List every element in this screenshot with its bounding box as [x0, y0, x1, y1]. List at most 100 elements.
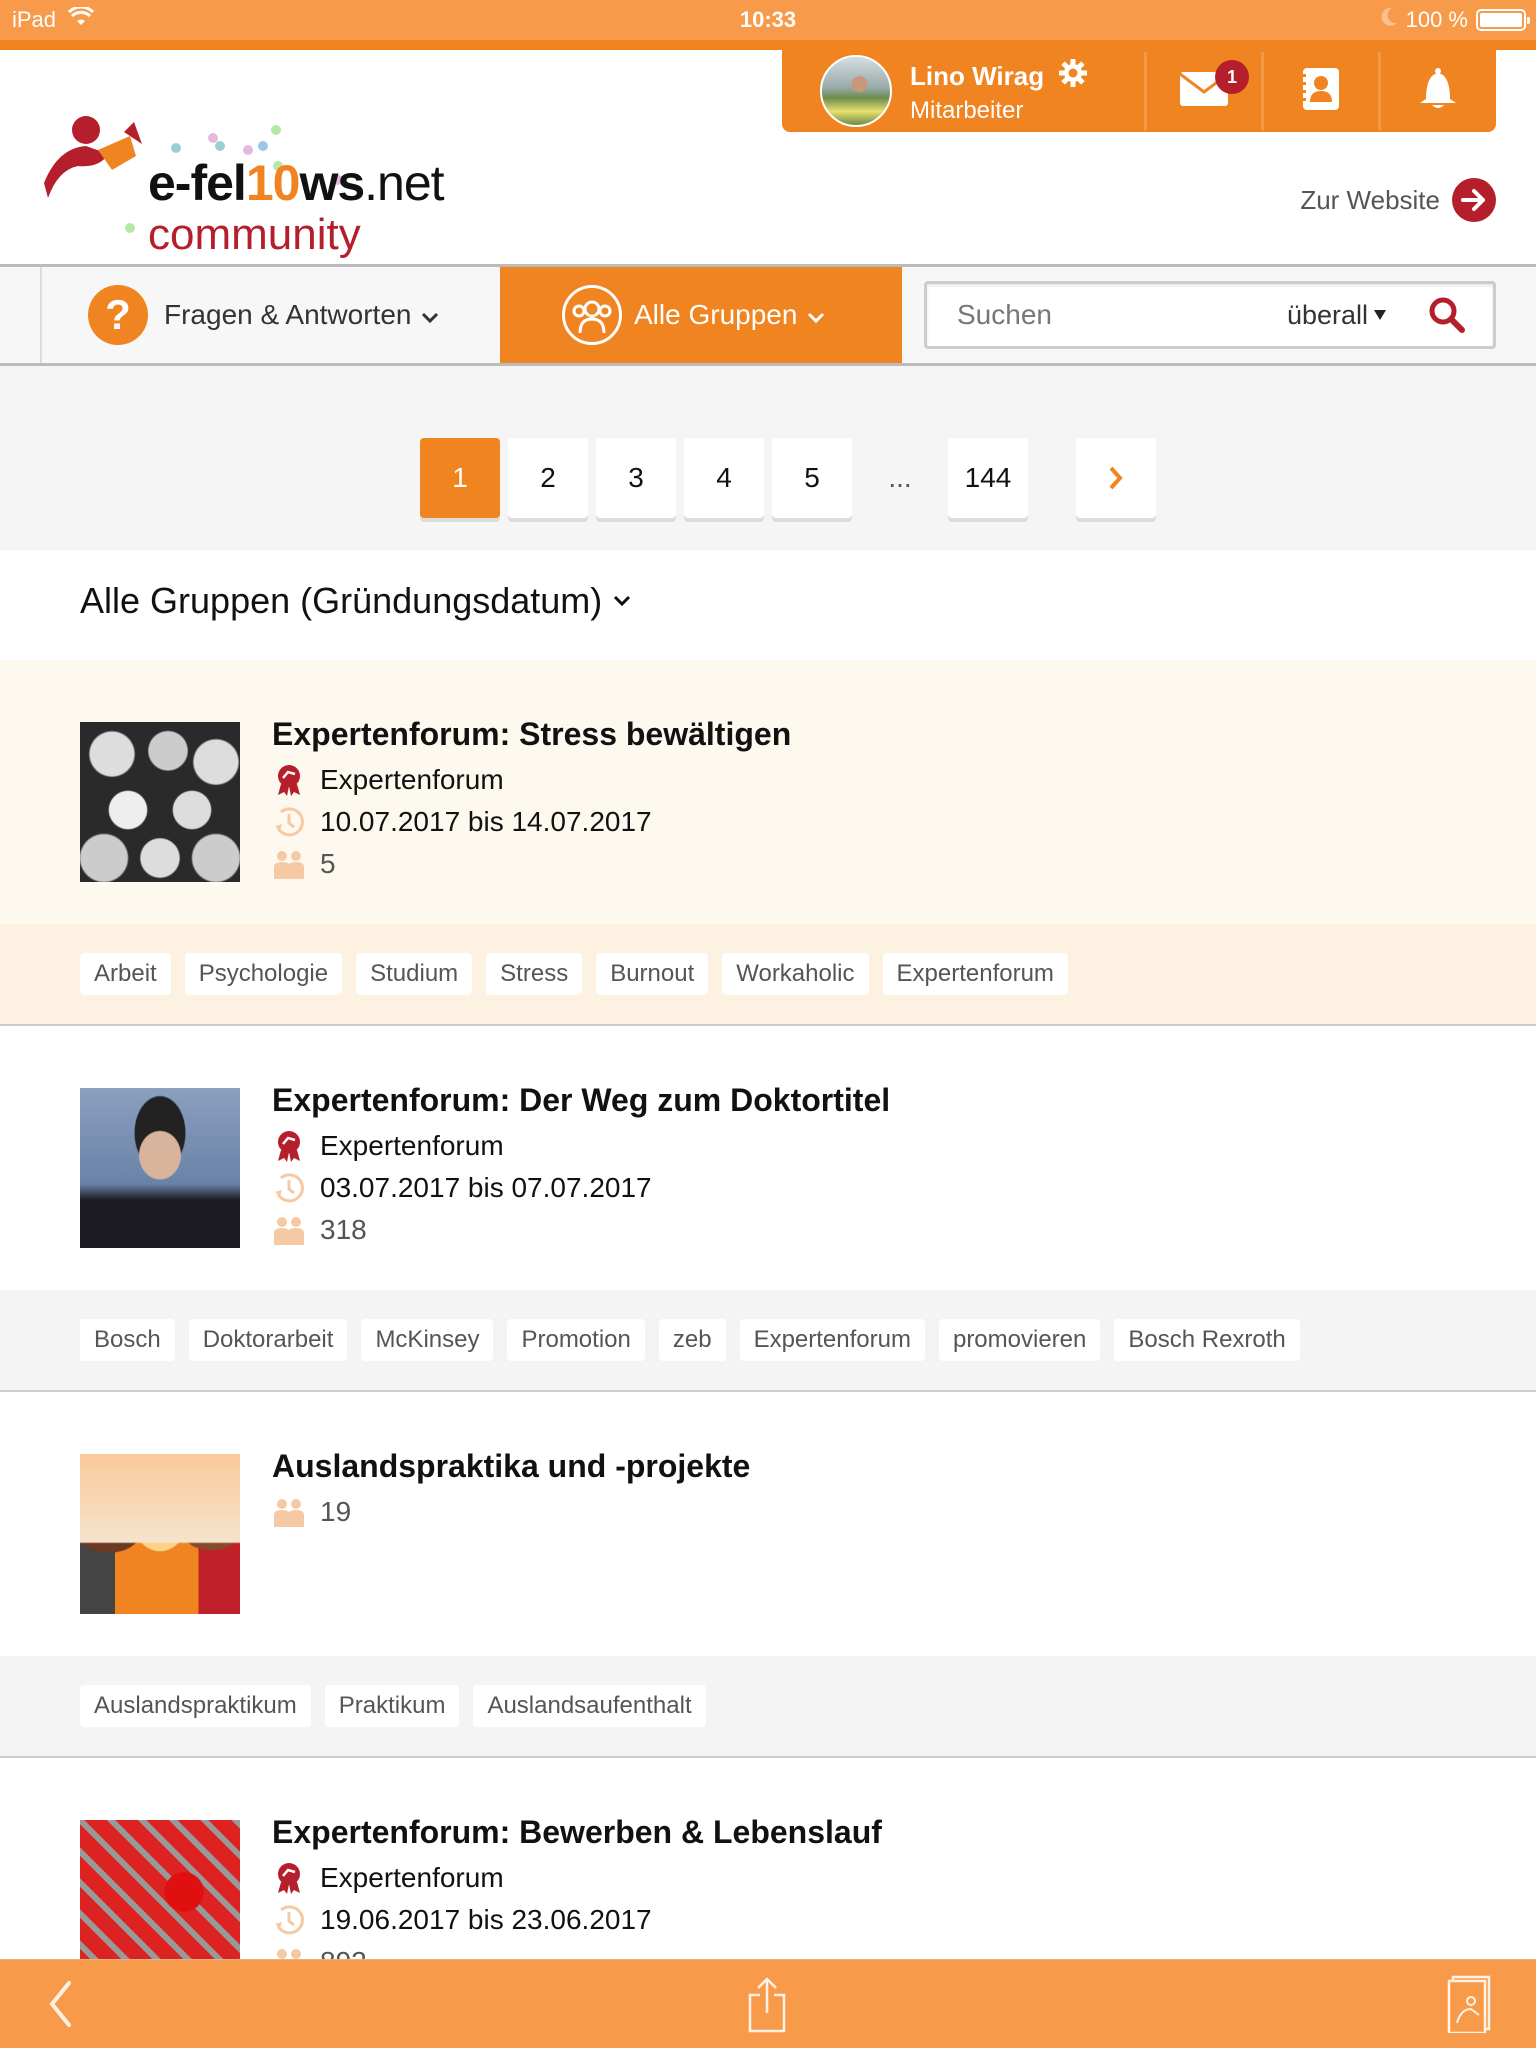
- group-dates: 10.07.2017 bis 14.07.2017: [320, 806, 652, 837]
- group-title[interactable]: Expertenforum: Der Weg zum Doktortitel: [272, 1082, 890, 1119]
- status-bar: iPad 10:33 100 %: [0, 0, 1536, 40]
- search-icon: [1429, 297, 1465, 333]
- group-title[interactable]: Expertenforum: Stress bewältigen: [272, 716, 791, 753]
- search-scope-select[interactable]: überall: [1287, 300, 1417, 331]
- award-ribbon-icon: [272, 1130, 306, 1162]
- contacts-button[interactable]: [1264, 50, 1378, 132]
- tag-list: Bosch Doktorarbeit McKinsey Promotion ze…: [0, 1290, 1536, 1394]
- page-3[interactable]: 3: [596, 438, 676, 518]
- group-thumbnail[interactable]: [80, 1454, 240, 1614]
- site-header: e-fel10ws.net community Lino Wirag Mitar…: [0, 50, 1536, 264]
- group-thumbnail[interactable]: [80, 1820, 240, 1980]
- tag[interactable]: Psychologie: [184, 953, 343, 995]
- tag[interactable]: McKinsey: [361, 1319, 494, 1361]
- tag[interactable]: Promotion: [507, 1319, 645, 1361]
- efellows-logo[interactable]: e-fel10ws.net community: [38, 88, 478, 259]
- tag[interactable]: Auslandsaufenthalt: [473, 1685, 706, 1727]
- bell-icon: [1416, 67, 1460, 116]
- search-box: überall: [924, 281, 1496, 349]
- members-icon: [272, 1215, 306, 1245]
- tag[interactable]: zeb: [658, 1319, 726, 1361]
- chevron-down-icon: [614, 595, 631, 607]
- nav-questions-answers[interactable]: ? Fragen & Antworten: [40, 267, 500, 363]
- tag[interactable]: Praktikum: [324, 1685, 460, 1727]
- tag[interactable]: Auslandspraktikum: [80, 1685, 311, 1727]
- group-dates: 19.06.2017 bis 23.06.2017: [320, 1904, 652, 1935]
- group-dates: 03.07.2017 bis 07.07.2017: [320, 1172, 652, 1203]
- group-item: Auslandspraktika und -projekte 19 Auslan…: [0, 1392, 1536, 1760]
- tag[interactable]: Studium: [356, 953, 473, 995]
- page-ellipsis: ...: [888, 462, 912, 493]
- reading-list-icon: [1447, 1975, 1491, 2033]
- user-profile[interactable]: Lino Wirag Mitarbeiter: [782, 50, 1144, 132]
- battery-percent: 100 %: [1405, 7, 1468, 32]
- tag[interactable]: Workaholic: [722, 953, 869, 995]
- chevron-left-icon: [49, 1981, 71, 2027]
- group-title[interactable]: Auslandspraktika und -projekte: [272, 1448, 750, 1485]
- messages-button[interactable]: 1: [1147, 50, 1261, 132]
- members-icon: [272, 849, 306, 879]
- group-item: Expertenforum: Stress bewältigen Experte…: [0, 660, 1536, 1028]
- page-2[interactable]: 2: [508, 438, 588, 518]
- group-icon: [562, 285, 622, 345]
- clock-history-icon: [272, 806, 306, 838]
- user-role: Mitarbeiter: [910, 96, 1024, 124]
- nav-groups-label: Alle Gruppen: [634, 299, 798, 330]
- website-link[interactable]: Zur Website: [1300, 178, 1496, 222]
- clock: 10:33: [739, 7, 797, 32]
- bottom-toolbar: [0, 1959, 1536, 2048]
- group-thumbnail[interactable]: [80, 722, 240, 882]
- award-ribbon-icon: [272, 764, 306, 796]
- page-1[interactable]: 1: [420, 438, 500, 518]
- question-icon: ?: [88, 285, 148, 345]
- page-4[interactable]: 4: [684, 438, 764, 518]
- tag[interactable]: Bosch: [80, 1319, 175, 1361]
- tag[interactable]: Bosch Rexroth: [1114, 1319, 1300, 1361]
- caret-down-icon: [1374, 310, 1387, 320]
- website-link-label: Zur Website: [1300, 184, 1440, 215]
- group-type: Expertenforum: [320, 1130, 504, 1161]
- group-thumbnail[interactable]: [80, 1088, 240, 1248]
- member-count: 5: [320, 848, 336, 879]
- nav-all-groups[interactable]: Alle Gruppen: [500, 267, 902, 363]
- tag[interactable]: Expertenforum: [882, 953, 1068, 995]
- tag[interactable]: Arbeit: [80, 953, 171, 995]
- pagination: 1 2 3 4 5 ... 144: [420, 438, 1156, 518]
- next-page-button[interactable]: [1076, 438, 1156, 518]
- share-button[interactable]: [742, 1974, 792, 2034]
- tag[interactable]: promovieren: [938, 1319, 1101, 1361]
- clock-history-icon: [272, 1904, 306, 1936]
- page-last[interactable]: 144: [948, 438, 1028, 518]
- tag-list: Auslandspraktikum Praktikum Auslandsaufe…: [0, 1656, 1536, 1760]
- avatar[interactable]: [820, 55, 892, 127]
- group-title[interactable]: Expertenforum: Bewerben & Lebenslauf: [272, 1814, 882, 1851]
- moon-icon: [1380, 7, 1398, 33]
- arrow-right-icon: [1452, 178, 1496, 222]
- tag[interactable]: Stress: [486, 953, 583, 995]
- member-count: 318: [320, 1214, 367, 1245]
- tag[interactable]: Doktorarbeit: [188, 1319, 348, 1361]
- member-count: 19: [320, 1496, 352, 1527]
- user-name: Lino Wirag: [910, 60, 1045, 91]
- sort-dropdown[interactable]: Alle Gruppen (Gründungsdatum): [80, 580, 632, 622]
- page-5[interactable]: 5: [772, 438, 852, 518]
- battery-icon: [1476, 9, 1530, 31]
- back-button[interactable]: [40, 1974, 80, 2034]
- search-button[interactable]: [1417, 296, 1477, 334]
- chevron-down-icon: [807, 299, 825, 331]
- logo-wordmark: e-fel10ws.net: [148, 155, 445, 211]
- tag[interactable]: Burnout: [596, 953, 709, 995]
- group-type: Expertenforum: [320, 1862, 504, 1893]
- search-scope-value: überall: [1287, 299, 1369, 330]
- gear-icon[interactable]: [1058, 58, 1088, 95]
- tag[interactable]: Expertenforum: [739, 1319, 925, 1361]
- notifications-button[interactable]: [1381, 50, 1495, 132]
- bookmarks-button[interactable]: [1444, 1974, 1494, 2034]
- award-ribbon-icon: [272, 1862, 306, 1894]
- members-icon: [272, 1497, 306, 1527]
- user-toolbar: Lino Wirag Mitarbeiter 1: [782, 50, 1496, 132]
- search-input[interactable]: [927, 299, 1287, 331]
- nav-qa-label: Fragen & Antworten: [164, 299, 412, 330]
- messages-badge: 1: [1215, 60, 1249, 94]
- pagination-area: 1 2 3 4 5 ... 144: [0, 366, 1536, 550]
